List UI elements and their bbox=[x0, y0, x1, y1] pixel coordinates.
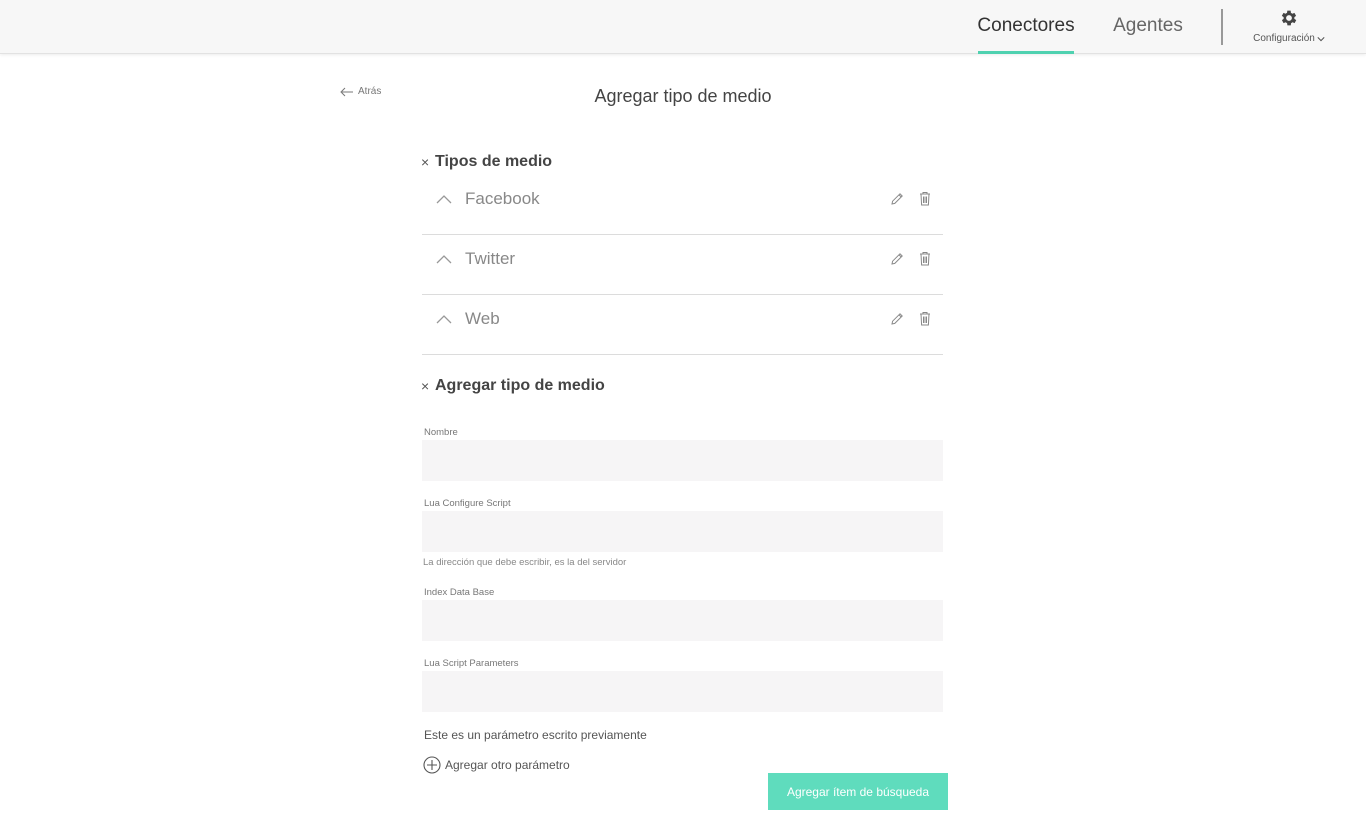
trash-icon[interactable] bbox=[919, 191, 931, 206]
add-parameter-button[interactable]: Agregar otro parámetro bbox=[423, 756, 570, 774]
tab-conectores-label: Conectores bbox=[977, 15, 1075, 36]
lua-script-parameters-label: Lua Script Parameters bbox=[424, 658, 519, 669]
collapse-icon: × bbox=[421, 378, 430, 394]
nombre-input[interactable] bbox=[422, 440, 943, 481]
existing-parameter: Este es un parámetro escrito previamente bbox=[424, 728, 647, 742]
collapse-icon: × bbox=[421, 154, 430, 170]
media-type-name: Web bbox=[465, 309, 500, 328]
page-title: Agregar tipo de medio bbox=[594, 86, 772, 106]
nombre-label: Nombre bbox=[424, 427, 458, 438]
index-data-base-input[interactable] bbox=[422, 600, 943, 641]
active-tab-indicator bbox=[978, 51, 1074, 54]
lua-script-parameters-input[interactable] bbox=[422, 671, 943, 712]
media-type-name: Facebook bbox=[465, 189, 540, 208]
chevron-up-icon[interactable] bbox=[436, 253, 452, 265]
add-media-type-title: Agregar tipo de medio bbox=[435, 377, 605, 394]
settings-label: Configuración bbox=[1253, 33, 1315, 44]
pencil-icon[interactable] bbox=[890, 252, 904, 266]
trash-icon[interactable] bbox=[919, 311, 931, 326]
media-type-name: Twitter bbox=[465, 249, 516, 268]
media-type-row[interactable]: Twitter bbox=[422, 235, 943, 295]
nav-divider bbox=[1221, 9, 1223, 45]
chevron-down-icon bbox=[1317, 36, 1325, 41]
pencil-icon[interactable] bbox=[890, 192, 904, 206]
tab-agentes[interactable]: Agentes bbox=[1108, 0, 1188, 54]
trash-icon[interactable] bbox=[919, 251, 931, 266]
tab-conectores[interactable]: Conectores bbox=[976, 0, 1076, 54]
tab-agentes-label: Agentes bbox=[1113, 15, 1183, 36]
settings-menu-button[interactable]: Configuración bbox=[1244, 8, 1334, 48]
plus-circle-icon bbox=[423, 756, 441, 774]
lua-configure-script-label: Lua Configure Script bbox=[424, 498, 511, 509]
add-search-item-button[interactable]: Agregar ítem de búsqueda bbox=[768, 773, 948, 810]
chevron-up-icon[interactable] bbox=[436, 193, 452, 205]
chevron-up-icon[interactable] bbox=[436, 313, 452, 325]
media-type-row[interactable]: Facebook bbox=[422, 175, 943, 235]
top-navbar: Conectores Agentes Configuración bbox=[0, 0, 1366, 54]
lua-configure-script-hint: La dirección que debe escribir, es la de… bbox=[423, 557, 627, 568]
media-types-section-header[interactable]: × Tipos de medio bbox=[421, 153, 552, 171]
lua-configure-script-input[interactable] bbox=[422, 511, 943, 552]
index-data-base-label: Index Data Base bbox=[424, 587, 495, 598]
pencil-icon[interactable] bbox=[890, 312, 904, 326]
media-type-row[interactable]: Web bbox=[422, 295, 943, 355]
add-parameter-label: Agregar otro parámetro bbox=[445, 758, 570, 772]
gear-icon bbox=[1281, 10, 1297, 26]
add-media-type-section-header[interactable]: × Agregar tipo de medio bbox=[421, 377, 605, 395]
media-types-title: Tipos de medio bbox=[435, 153, 553, 170]
